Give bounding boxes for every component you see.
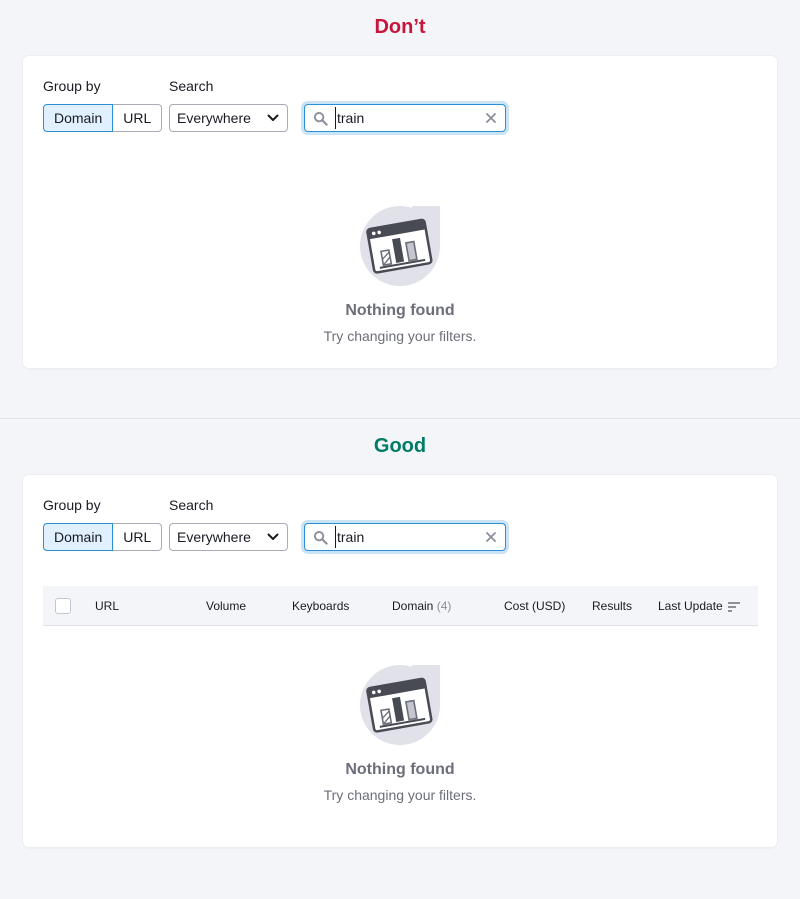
dont-section: Don’t Group by Search Domain URL Everywh… <box>0 0 800 418</box>
good-section: Good Group by Search Domain URL Everywhe… <box>0 418 800 899</box>
close-icon[interactable] <box>485 112 497 124</box>
group-by-label: Group by <box>43 497 101 513</box>
empty-subtitle: Try changing your filters. <box>323 328 477 344</box>
chevron-down-icon <box>267 114 279 121</box>
group-url-button[interactable]: URL <box>113 523 163 551</box>
column-keyboards[interactable]: Keyboards <box>292 599 349 613</box>
select-all-checkbox[interactable] <box>55 598 71 614</box>
empty-subtitle: Try changing your filters. <box>323 787 477 803</box>
empty-state: Nothing found Try changing your filters. <box>23 206 777 344</box>
close-icon[interactable] <box>485 531 497 543</box>
empty-state-illustration <box>360 665 440 745</box>
good-card: Group by Search Domain URL Everywhere UR… <box>23 475 777 847</box>
section-title-dont: Don’t <box>374 16 426 38</box>
column-domain-label: Domain <box>392 599 434 613</box>
section-title-good: Good <box>373 435 427 457</box>
search-label: Search <box>169 78 214 94</box>
column-domain-count: (4) <box>436 599 452 613</box>
search-scope-value: Everywhere <box>177 529 251 545</box>
group-url-button[interactable]: URL <box>113 104 163 132</box>
search-input[interactable] <box>335 107 475 129</box>
table-header: URL Volume Keyboards Domain (4) Cost (US… <box>43 586 758 626</box>
search-input[interactable] <box>335 526 475 548</box>
empty-title: Nothing found <box>345 302 455 319</box>
search-icon <box>313 530 328 545</box>
column-cost[interactable]: Cost (USD) <box>504 599 565 613</box>
empty-state: Nothing found Try changing your filters. <box>23 665 777 803</box>
column-url[interactable]: URL <box>95 599 119 613</box>
search-scope-value: Everywhere <box>177 110 251 126</box>
group-by-label: Group by <box>43 78 101 94</box>
group-by-switch: Domain URL <box>43 523 163 551</box>
group-domain-button[interactable]: Domain <box>43 523 114 551</box>
empty-state-illustration <box>360 206 440 286</box>
sort-icon <box>728 602 741 612</box>
group-domain-button[interactable]: Domain <box>43 104 114 132</box>
chevron-down-icon <box>267 533 279 540</box>
search-icon <box>313 111 328 126</box>
search-scope-select[interactable]: Everywhere <box>169 523 288 551</box>
column-volume[interactable]: Volume <box>206 599 246 613</box>
column-last-update-label: Last Update <box>658 599 723 613</box>
search-field[interactable] <box>304 523 506 551</box>
column-domain[interactable]: Domain (4) <box>392 599 451 613</box>
empty-title: Nothing found <box>345 761 455 778</box>
column-results[interactable]: Results <box>592 599 632 613</box>
dont-card: Group by Search Domain URL Everywhere tr… <box>23 56 777 368</box>
search-label: Search <box>169 497 214 513</box>
group-by-switch: Domain URL <box>43 104 163 132</box>
search-field[interactable] <box>304 104 506 132</box>
column-last-update[interactable]: Last Update <box>658 599 741 613</box>
search-scope-select[interactable]: Everywhere <box>169 104 288 132</box>
